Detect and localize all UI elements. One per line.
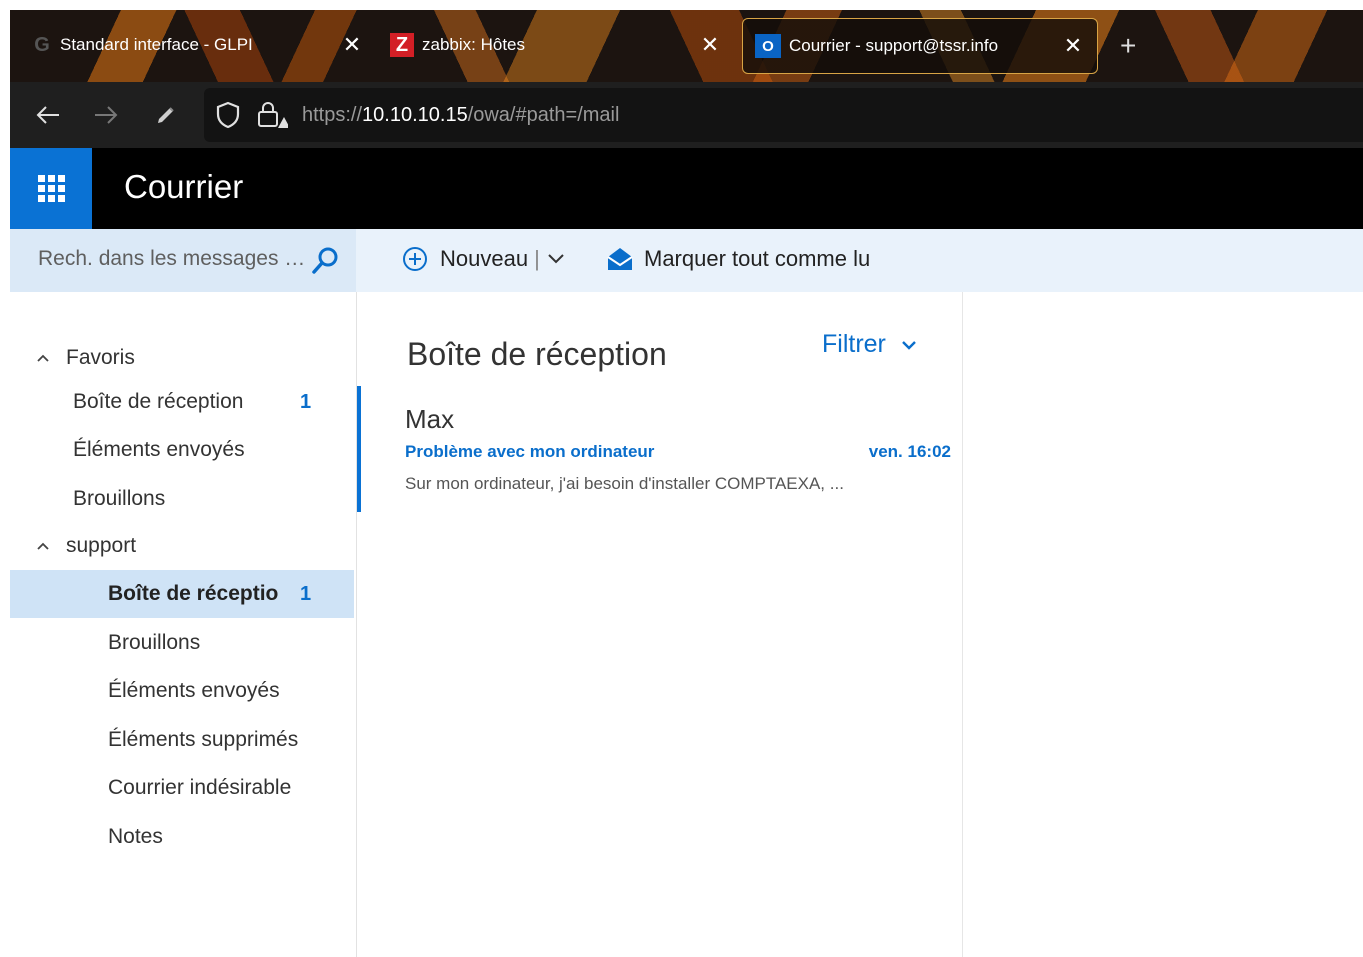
folder-favorite-drafts[interactable]: Brouillons — [10, 475, 354, 523]
folder-support-sent[interactable]: Éléments envoyés — [10, 667, 354, 715]
folder-label: Brouillons — [73, 487, 166, 510]
outlook-letter: O — [762, 37, 774, 55]
message-list: Boîte de réception Filtrer Max Problème … — [357, 292, 963, 957]
message-item[interactable]: Max Problème avec mon ordinateur ven. 16… — [357, 384, 962, 512]
mark-all-read-label: Marquer tout comme lu — [644, 246, 871, 271]
search-box[interactable]: Rech. dans les messages e... — [10, 229, 356, 292]
folder-pane: Favoris Boîte de réception 1 Éléments en… — [10, 292, 357, 957]
tab-strip: G Standard interface - GLPI ✕ Z zabbix: … — [10, 10, 1363, 82]
tab-outlook-active[interactable]: O Courrier - support@tssr.info ✕ — [742, 18, 1098, 74]
address-bar[interactable]: https://10.10.10.15/owa/#path=/mail — [204, 88, 1363, 142]
folder-label: Éléments envoyés — [73, 438, 245, 461]
chevron-up-icon[interactable] — [36, 538, 54, 554]
url-host: 10.10.10.15 — [362, 104, 468, 126]
folder-label: Notes — [108, 825, 163, 848]
back-arrow-icon[interactable] — [32, 99, 64, 131]
folder-support-drafts[interactable]: Brouillons — [10, 619, 354, 667]
url-text[interactable]: https://10.10.10.15/owa/#path=/mail — [302, 104, 619, 127]
close-tab-icon[interactable]: ✕ — [1061, 33, 1085, 59]
support-group-header[interactable]: support — [36, 534, 136, 558]
new-tab-button[interactable]: + — [1120, 30, 1136, 62]
tab-title: Courrier - support@tssr.info — [789, 36, 999, 55]
mark-all-read-button[interactable]: Marquer tout comme lu — [606, 246, 870, 272]
favorites-label: Favoris — [66, 346, 135, 369]
folder-favorite-inbox[interactable]: Boîte de réception 1 — [10, 378, 354, 426]
search-icon[interactable] — [310, 245, 342, 277]
message-sender: Max — [405, 404, 455, 434]
favorites-group-header[interactable]: Favoris — [36, 346, 135, 370]
unread-count: 1 — [300, 582, 312, 605]
search-input[interactable]: Rech. dans les messages e... — [38, 247, 308, 271]
close-tab-icon[interactable]: ✕ — [698, 32, 722, 58]
shield-icon[interactable] — [214, 100, 244, 130]
chevron-down-icon — [902, 340, 916, 350]
separator: | — [534, 246, 540, 271]
owa-header: Courrier — [10, 148, 1363, 229]
folder-support-deleted[interactable]: Éléments supprimés — [10, 716, 354, 764]
close-tab-icon[interactable]: ✕ — [340, 32, 364, 58]
tab-title: zabbix: Hôtes — [422, 35, 525, 54]
envelope-open-icon — [607, 248, 633, 270]
tab-glpi[interactable]: G Standard interface - GLPI ✕ — [30, 18, 380, 72]
outlook-favicon-icon: O — [755, 34, 781, 58]
selection-indicator — [357, 386, 361, 512]
tab-zabbix[interactable]: Z zabbix: Hôtes ✕ — [390, 18, 730, 72]
filter-label: Filtrer — [822, 330, 886, 358]
plus-circle-icon — [403, 247, 427, 271]
new-message-button[interactable]: Nouveau | — [402, 246, 566, 272]
filter-button[interactable]: Filtrer — [822, 330, 918, 359]
glpi-favicon-icon: G — [34, 33, 50, 56]
folder-favorite-sent[interactable]: Éléments envoyés — [10, 426, 354, 474]
reading-pane — [963, 292, 1363, 957]
insecure-lock-icon[interactable] — [256, 100, 290, 130]
forward-arrow-icon[interactable] — [90, 99, 122, 131]
url-path: /owa/#path=/mail — [467, 104, 620, 126]
chevron-down-icon[interactable] — [546, 252, 566, 266]
account-label: support — [66, 534, 137, 557]
folder-support-junk[interactable]: Courrier indésirable — [10, 764, 354, 812]
tab-title: Standard interface - GLPI — [60, 35, 253, 54]
message-list-title: Boîte de réception — [407, 336, 667, 372]
new-label: Nouveau — [440, 246, 529, 271]
waffle-icon — [37, 175, 65, 202]
message-preview: Sur mon ordinateur, j'ai besoin d'instal… — [405, 474, 844, 493]
folder-support-notes[interactable]: Notes — [10, 813, 354, 861]
command-bar: Nouveau | Marquer tout comme lu — [356, 229, 1363, 292]
chevron-up-icon[interactable] — [36, 350, 54, 366]
message-subject: Problème avec mon ordinateur — [405, 442, 655, 461]
folder-support-inbox[interactable]: Boîte de réceptio 1 — [10, 570, 354, 618]
browser-toolbar: https://10.10.10.15/owa/#path=/mail — [10, 82, 1363, 148]
app-title: Courrier — [124, 168, 244, 205]
folder-label: Éléments supprimés — [108, 728, 299, 751]
folder-label: Brouillons — [108, 631, 201, 654]
folder-label: Boîte de réceptio — [108, 582, 279, 605]
zabbix-favicon-icon: Z — [390, 33, 414, 57]
folder-label: Courrier indésirable — [108, 776, 292, 799]
browser-window: G Standard interface - GLPI ✕ Z zabbix: … — [10, 10, 1363, 957]
unread-count: 1 — [300, 390, 312, 413]
pen-icon[interactable] — [150, 99, 182, 131]
folder-label: Boîte de réception — [73, 390, 244, 413]
url-scheme: https:// — [302, 104, 363, 126]
app-launcher-button[interactable] — [10, 148, 92, 229]
folder-label: Éléments envoyés — [108, 679, 280, 702]
message-time: ven. 16:02 — [868, 442, 951, 461]
